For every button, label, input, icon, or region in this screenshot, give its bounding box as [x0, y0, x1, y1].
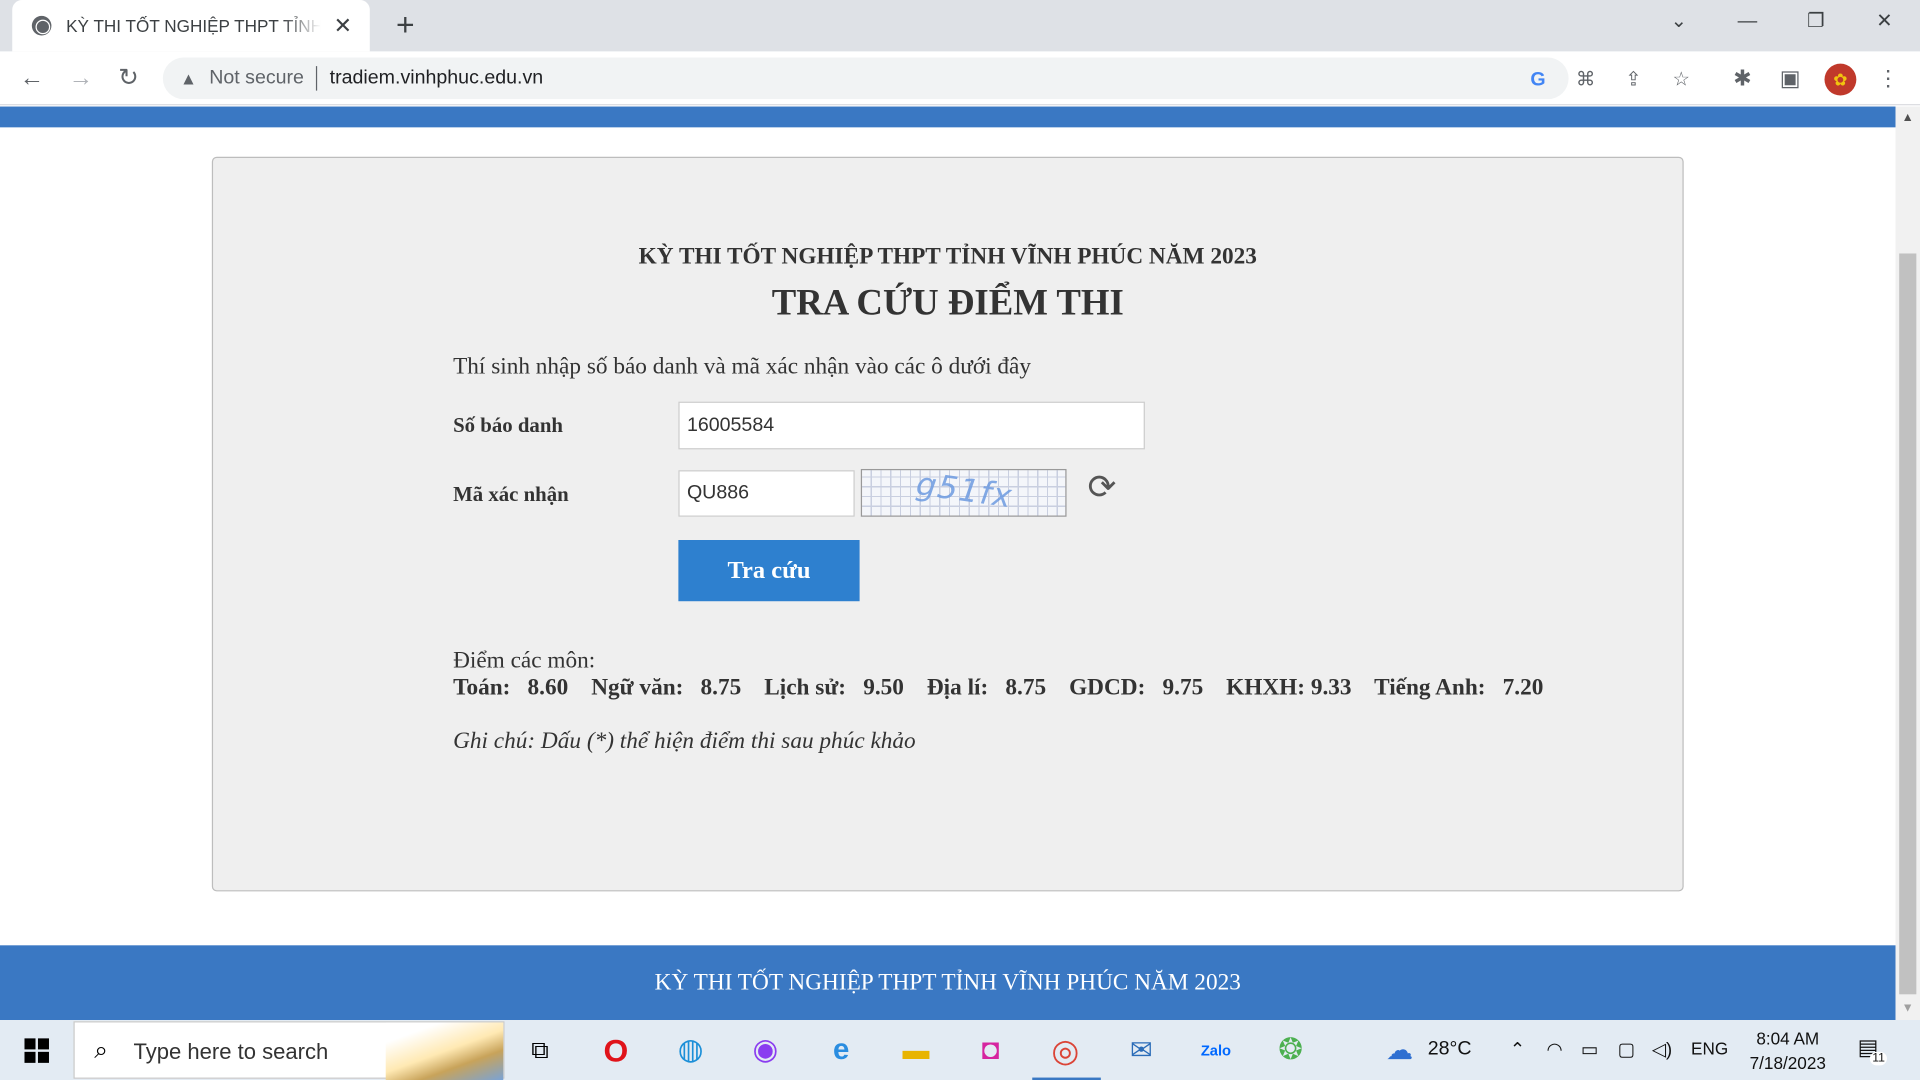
tab-search-icon[interactable]: ⌄	[1651, 0, 1707, 44]
side-panel-icon[interactable]: ▣	[1776, 64, 1805, 93]
captcha-image-text: g51fx	[913, 468, 1015, 516]
internet-explorer-icon[interactable]: e	[820, 1030, 862, 1072]
scrollbar-thumb[interactable]	[1899, 253, 1917, 995]
note-text: Ghi chú: Dấu (*) thể hiện điểm thi sau p…	[453, 728, 916, 755]
weather-icon[interactable]: ☁	[1379, 1030, 1421, 1072]
captcha-label: Mã xác nhận	[453, 482, 569, 506]
search-icon: ⌕	[94, 1037, 109, 1065]
score-subject: Địa lí:	[926, 674, 989, 701]
score-subject: GDCD:	[1069, 674, 1146, 701]
scroll-up-icon[interactable]: ▲	[1902, 111, 1914, 124]
address-bar[interactable]: ▲ Not secure tradiem.vinhphuc.edu.vn G ⌘…	[162, 57, 1690, 100]
new-tab-button[interactable]: +	[389, 9, 421, 42]
warning-icon: ▲	[180, 68, 197, 89]
score-item: Tiếng Anh: 7.20	[1374, 675, 1543, 701]
windows-taskbar: ⌕ Type here to search ⧉ O ◍ ◉ e ▬ ◘ ◎ ✉ …	[0, 1020, 1920, 1080]
bookmark-star-icon[interactable]: ☆	[1669, 69, 1693, 93]
tab-close-icon[interactable]: ✕	[331, 13, 355, 37]
globe-icon	[31, 15, 52, 36]
device-icon[interactable]: ▢	[1618, 1038, 1635, 1061]
score-value: 9.75	[1162, 674, 1204, 701]
opera-icon[interactable]: O	[595, 1030, 637, 1072]
share-icon[interactable]: ⇪	[1621, 69, 1645, 93]
zalo-icon[interactable]: Zalo	[1195, 1030, 1237, 1072]
header-band	[0, 106, 1896, 128]
score-value: 8.75	[700, 674, 742, 701]
network-icon[interactable]: ◠	[1547, 1038, 1563, 1061]
tray-chevron-icon[interactable]: ⌃	[1510, 1038, 1525, 1061]
score-item: Ngữ văn: 8.75	[591, 675, 741, 701]
extensions-icon[interactable]: ✱	[1728, 64, 1757, 93]
score-item: KHXH: 9.33	[1226, 675, 1351, 701]
search-placeholder: Type here to search	[133, 1039, 329, 1065]
language-indicator[interactable]: ENG	[1691, 1038, 1728, 1058]
score-item: Toán: 8.60	[453, 675, 568, 701]
score-value: 7.20	[1502, 674, 1544, 701]
page-title: TRA CỨU ĐIỂM THI	[771, 282, 1124, 324]
windows-logo-icon	[24, 1038, 49, 1063]
score-subject: Ngữ văn:	[591, 674, 684, 701]
score-value: 9.33	[1310, 674, 1352, 701]
volume-icon[interactable]: ◁)	[1652, 1038, 1672, 1061]
task-view-icon[interactable]: ⧉	[519, 1030, 561, 1072]
notification-count: 11	[1869, 1051, 1888, 1066]
browser-toolbar: ← → ↻ ▲ Not secure tradiem.vinhphuc.edu.…	[0, 51, 1920, 106]
score-item: GDCD: 9.75	[1069, 675, 1203, 701]
lookup-panel: KỲ THI TỐT NGHIỆP THPT TỈNH VĨNH PHÚC NĂ…	[211, 156, 1684, 892]
start-button[interactable]	[0, 1020, 73, 1080]
score-item: Lịch sử: 9.50	[764, 675, 904, 701]
edge-icon[interactable]: ◍	[670, 1030, 712, 1072]
scores-row: Toán: 8.60 Ngữ văn: 8.75 Lịch sử: 9.50 Địa …	[453, 675, 1560, 702]
score-subject: Toán:	[453, 674, 511, 701]
clock-date: 7/18/2023	[1749, 1053, 1826, 1073]
sbd-input[interactable]	[678, 401, 1145, 450]
menu-kebab-icon[interactable]: ⋮	[1873, 64, 1902, 93]
restore-icon[interactable]: ❐	[1788, 0, 1844, 44]
reload-icon[interactable]: ↻	[111, 61, 145, 95]
window-close-icon[interactable]: ✕	[1856, 0, 1912, 44]
weather-temp[interactable]: 28°C	[1428, 1038, 1472, 1060]
tab-strip: KỲ THI TỐT NGHIỆP THPT TỈNH VĨNH PHÚC NĂ…	[0, 0, 1920, 52]
mail-icon[interactable]: ✉	[1120, 1030, 1162, 1072]
instruction-text: Thí sinh nhập số báo danh và mã xác nhận…	[453, 353, 1032, 380]
file-explorer-icon[interactable]: ▬	[895, 1030, 937, 1072]
score-subject: Tiếng Anh:	[1374, 674, 1486, 701]
score-value: 9.50	[863, 674, 904, 701]
back-icon[interactable]: ←	[15, 61, 49, 95]
messenger-icon[interactable]: ◉	[744, 1030, 786, 1072]
browser-tab[interactable]: KỲ THI TỐT NGHIỆP THPT TỈNH VĨNH PHÚC NĂ…	[12, 0, 370, 52]
translate-icon[interactable]: ⌘	[1573, 69, 1597, 93]
captcha-image: g51fx	[860, 468, 1067, 517]
search-highlight-art	[385, 1022, 504, 1080]
instagram-icon[interactable]: ◘	[970, 1030, 1012, 1072]
clock-time: 8:04 AM	[1756, 1028, 1820, 1049]
system-clock[interactable]: 8:04 AM 7/18/2023	[1739, 1026, 1837, 1075]
score-value: 8.75	[1005, 674, 1047, 701]
google-lens-icon[interactable]: G	[1526, 69, 1550, 93]
forward-icon[interactable]: →	[64, 61, 98, 95]
refresh-captcha-icon[interactable]: ⟳	[1084, 468, 1121, 506]
battery-icon[interactable]: ▭	[1581, 1038, 1598, 1061]
security-label[interactable]: Not secure	[209, 66, 318, 91]
chrome-icon[interactable]: ◎	[1044, 1030, 1086, 1072]
tab-title: KỲ THI TỐT NGHIỆP THPT TỈNH VĨNH PHÚC NĂ…	[66, 15, 321, 36]
taskbar-search[interactable]: ⌕ Type here to search	[73, 1021, 505, 1080]
exam-subtitle: KỲ THI TỐT NGHIỆP THPT TỈNH VĨNH PHÚC NĂ…	[638, 243, 1257, 270]
minimize-icon[interactable]: —	[1719, 0, 1775, 44]
score-subject: Lịch sử:	[764, 674, 847, 701]
captcha-input[interactable]	[678, 470, 855, 517]
score-subject: KHXH:	[1226, 674, 1306, 701]
coc-coc-icon[interactable]: ❂	[1270, 1030, 1312, 1072]
sbd-label: Số báo danh	[453, 413, 564, 438]
page-footer: KỲ THI TỐT NGHIỆP THPT TỈNH VĨNH PHÚC NĂ…	[0, 945, 1896, 1021]
scores-title: Điểm các môn:	[453, 647, 596, 674]
profile-avatar[interactable]: ✿	[1824, 63, 1857, 96]
score-item: Địa lí: 8.75	[927, 675, 1046, 701]
lookup-button[interactable]: Tra cứu	[678, 540, 860, 602]
score-value: 8.60	[527, 674, 569, 701]
url-text[interactable]: tradiem.vinhphuc.edu.vn	[330, 67, 543, 89]
scroll-down-icon[interactable]: ▼	[1902, 1002, 1914, 1015]
page-scrollbar[interactable]: ▲ ▼	[1895, 106, 1920, 1021]
